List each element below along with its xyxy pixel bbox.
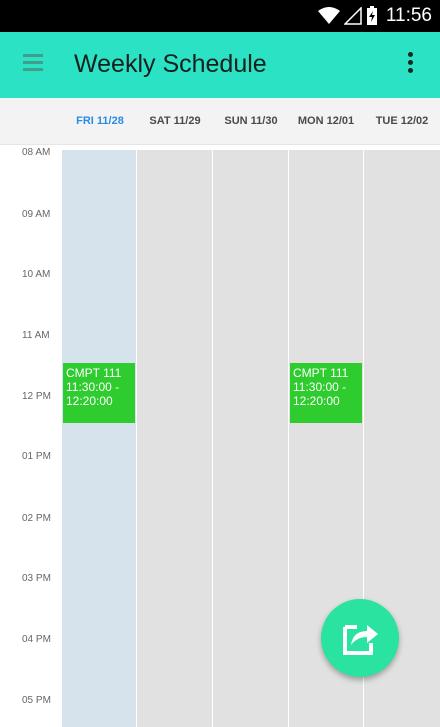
menu-icon[interactable] — [23, 54, 43, 76]
event-title: CMPT 111 — [66, 366, 122, 380]
share-fab-button[interactable] — [321, 599, 399, 677]
share-icon — [343, 625, 378, 655]
more-vert-icon[interactable] — [400, 52, 420, 78]
hour-label: 01 PM — [22, 451, 51, 462]
hour-label: 03 PM — [22, 573, 51, 584]
event-block-mon[interactable]: CMPT 111 11:30:00 - 12:20:00 — [290, 363, 362, 423]
hour-label: 05 PM — [22, 695, 51, 706]
battery-charging-icon — [366, 6, 377, 25]
event-end-time: 12:20:00 — [66, 394, 113, 408]
day-header-sun[interactable]: SUN 11/30 — [213, 115, 289, 127]
hour-label: 10 AM — [22, 269, 51, 280]
hour-label: 02 PM — [22, 513, 51, 524]
status-bar: 11:56 — [0, 0, 440, 32]
page-title: Weekly Schedule — [74, 50, 267, 78]
hour-label: 08 AM — [22, 147, 51, 158]
day-column-sun[interactable] — [213, 150, 288, 727]
day-column-sat[interactable] — [137, 150, 212, 727]
event-end-time: 12:20:00 — [293, 394, 340, 408]
day-header-mon[interactable]: MON 12/01 — [288, 115, 364, 127]
day-header: FRI 11/28 SAT 11/29 SUN 11/30 MON 12/01 … — [0, 98, 440, 145]
hour-label: 12 PM — [22, 391, 51, 402]
day-column-fri[interactable] — [62, 150, 136, 727]
day-header-fri[interactable]: FRI 11/28 — [62, 115, 138, 127]
hour-label: 04 PM — [22, 634, 51, 645]
app-bar: Weekly Schedule — [0, 32, 440, 98]
signal-icon — [343, 7, 362, 25]
wifi-icon — [317, 7, 340, 24]
day-header-tue[interactable]: TUE 12/02 — [364, 115, 440, 127]
day-header-sat[interactable]: SAT 11/29 — [137, 115, 213, 127]
hour-label: 09 AM — [22, 209, 51, 220]
event-block-fri[interactable]: CMPT 111 11:30:00 - 12:20:00 — [63, 363, 135, 423]
event-start-time: 11:30:00 - — [293, 380, 347, 394]
event-start-time: 11:30:00 - — [66, 380, 120, 394]
hour-label: 11 AM — [22, 330, 50, 341]
event-title: CMPT 111 — [293, 366, 349, 380]
status-time: 11:56 — [385, 5, 432, 26]
